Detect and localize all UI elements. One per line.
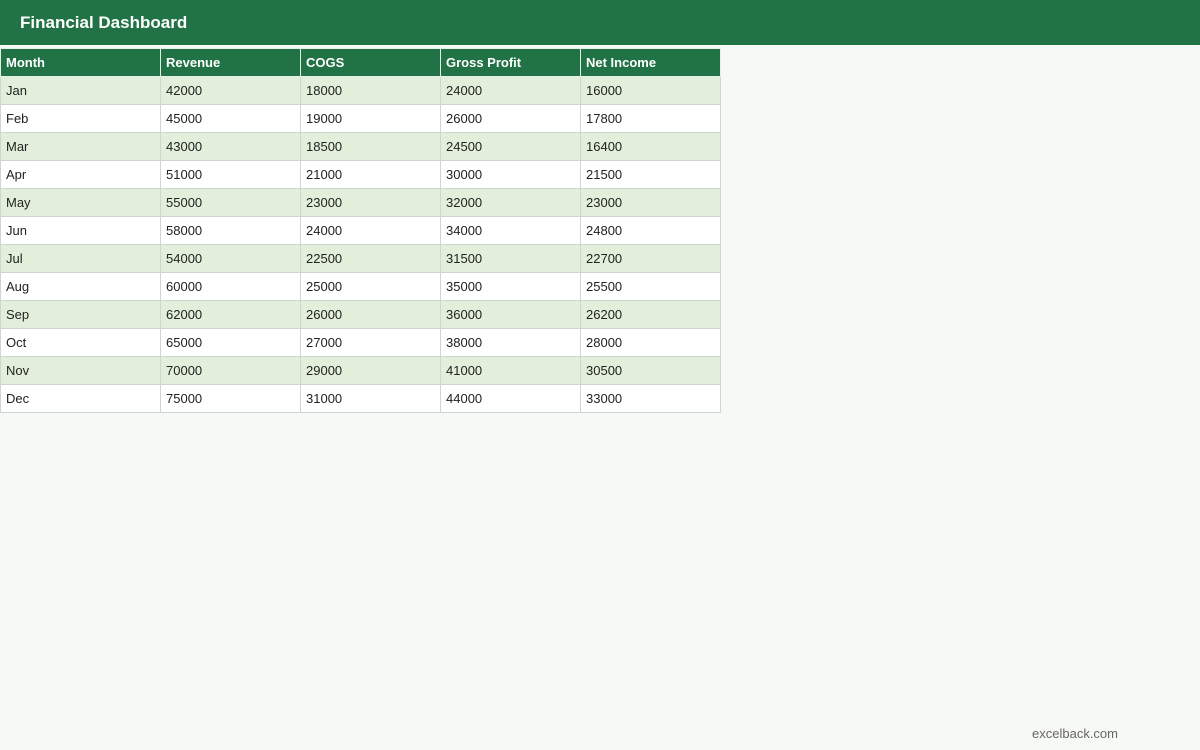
- cell-revenue[interactable]: 65000: [160, 328, 301, 357]
- cell-net-income[interactable]: 26200: [580, 300, 721, 329]
- cell-cogs[interactable]: 26000: [300, 300, 441, 329]
- cell-month[interactable]: Aug: [0, 272, 161, 301]
- cell-revenue[interactable]: 54000: [160, 244, 301, 273]
- cell-revenue[interactable]: 58000: [160, 216, 301, 245]
- cell-net-income[interactable]: 21500: [580, 160, 721, 189]
- cell-gross-profit[interactable]: 36000: [440, 300, 581, 329]
- cell-cogs[interactable]: 21000: [300, 160, 441, 189]
- cell-revenue[interactable]: 55000: [160, 188, 301, 217]
- cell-net-income[interactable]: 22700: [580, 244, 721, 273]
- cell-gross-profit[interactable]: 32000: [440, 188, 581, 217]
- table-row: Dec 75000 31000 44000 33000: [0, 384, 721, 413]
- cell-revenue[interactable]: 45000: [160, 104, 301, 133]
- cell-month[interactable]: Nov: [0, 356, 161, 385]
- cell-gross-profit[interactable]: 38000: [440, 328, 581, 357]
- cell-gross-profit[interactable]: 34000: [440, 216, 581, 245]
- financial-table-container: Month Revenue COGS Gross Profit Net Inco…: [0, 48, 721, 413]
- cell-revenue[interactable]: 75000: [160, 384, 301, 413]
- cell-revenue[interactable]: 70000: [160, 356, 301, 385]
- cell-gross-profit[interactable]: 26000: [440, 104, 581, 133]
- cell-cogs[interactable]: 18500: [300, 132, 441, 161]
- cell-month[interactable]: Sep: [0, 300, 161, 329]
- cell-net-income[interactable]: 30500: [580, 356, 721, 385]
- column-header-gross-profit[interactable]: Gross Profit: [440, 48, 581, 77]
- cell-revenue[interactable]: 51000: [160, 160, 301, 189]
- cell-revenue[interactable]: 42000: [160, 76, 301, 105]
- cell-net-income[interactable]: 17800: [580, 104, 721, 133]
- cell-revenue[interactable]: 60000: [160, 272, 301, 301]
- cell-month[interactable]: Jun: [0, 216, 161, 245]
- table-header-row: Month Revenue COGS Gross Profit Net Inco…: [0, 48, 721, 77]
- cell-gross-profit[interactable]: 31500: [440, 244, 581, 273]
- cell-cogs[interactable]: 22500: [300, 244, 441, 273]
- app-header: Financial Dashboard: [0, 0, 1200, 45]
- footer-brand[interactable]: excelback.com: [1032, 726, 1118, 741]
- cell-month[interactable]: Oct: [0, 328, 161, 357]
- column-header-cogs[interactable]: COGS: [300, 48, 441, 77]
- column-header-revenue[interactable]: Revenue: [160, 48, 301, 77]
- column-header-month[interactable]: Month: [0, 48, 161, 77]
- column-header-net-income[interactable]: Net Income: [580, 48, 721, 77]
- table-row: Jan 42000 18000 24000 16000: [0, 76, 721, 105]
- cell-net-income[interactable]: 25500: [580, 272, 721, 301]
- cell-net-income[interactable]: 23000: [580, 188, 721, 217]
- cell-net-income[interactable]: 24800: [580, 216, 721, 245]
- cell-cogs[interactable]: 23000: [300, 188, 441, 217]
- cell-gross-profit[interactable]: 41000: [440, 356, 581, 385]
- cell-cogs[interactable]: 31000: [300, 384, 441, 413]
- cell-cogs[interactable]: 19000: [300, 104, 441, 133]
- table-row: Nov 70000 29000 41000 30500: [0, 356, 721, 385]
- cell-month[interactable]: Feb: [0, 104, 161, 133]
- table-row: Apr 51000 21000 30000 21500: [0, 160, 721, 189]
- cell-net-income[interactable]: 33000: [580, 384, 721, 413]
- cell-cogs[interactable]: 27000: [300, 328, 441, 357]
- financial-table: Month Revenue COGS Gross Profit Net Inco…: [0, 48, 721, 413]
- table-row: Mar 43000 18500 24500 16400: [0, 132, 721, 161]
- cell-month[interactable]: Jul: [0, 244, 161, 273]
- cell-revenue[interactable]: 62000: [160, 300, 301, 329]
- cell-cogs[interactable]: 29000: [300, 356, 441, 385]
- page-title: Financial Dashboard: [20, 12, 188, 32]
- table-row: Aug 60000 25000 35000 25500: [0, 272, 721, 301]
- cell-month[interactable]: Apr: [0, 160, 161, 189]
- cell-gross-profit[interactable]: 24500: [440, 132, 581, 161]
- table-row: Sep 62000 26000 36000 26200: [0, 300, 721, 329]
- table-row: Feb 45000 19000 26000 17800: [0, 104, 721, 133]
- table-row: Jul 54000 22500 31500 22700: [0, 244, 721, 273]
- cell-cogs[interactable]: 25000: [300, 272, 441, 301]
- cell-month[interactable]: May: [0, 188, 161, 217]
- table-row: Oct 65000 27000 38000 28000: [0, 328, 721, 357]
- cell-cogs[interactable]: 24000: [300, 216, 441, 245]
- cell-cogs[interactable]: 18000: [300, 76, 441, 105]
- cell-net-income[interactable]: 16000: [580, 76, 721, 105]
- table-row: May 55000 23000 32000 23000: [0, 188, 721, 217]
- cell-month[interactable]: Jan: [0, 76, 161, 105]
- cell-net-income[interactable]: 16400: [580, 132, 721, 161]
- cell-month[interactable]: Dec: [0, 384, 161, 413]
- cell-gross-profit[interactable]: 30000: [440, 160, 581, 189]
- cell-net-income[interactable]: 28000: [580, 328, 721, 357]
- cell-revenue[interactable]: 43000: [160, 132, 301, 161]
- cell-gross-profit[interactable]: 35000: [440, 272, 581, 301]
- table-body: Jan 42000 18000 24000 16000 Feb 45000 19000 2600…: [0, 76, 721, 413]
- cell-gross-profit[interactable]: 24000: [440, 76, 581, 105]
- cell-month[interactable]: Mar: [0, 132, 161, 161]
- table-row: Jun 58000 24000 34000 24800: [0, 216, 721, 245]
- cell-gross-profit[interactable]: 44000: [440, 384, 581, 413]
